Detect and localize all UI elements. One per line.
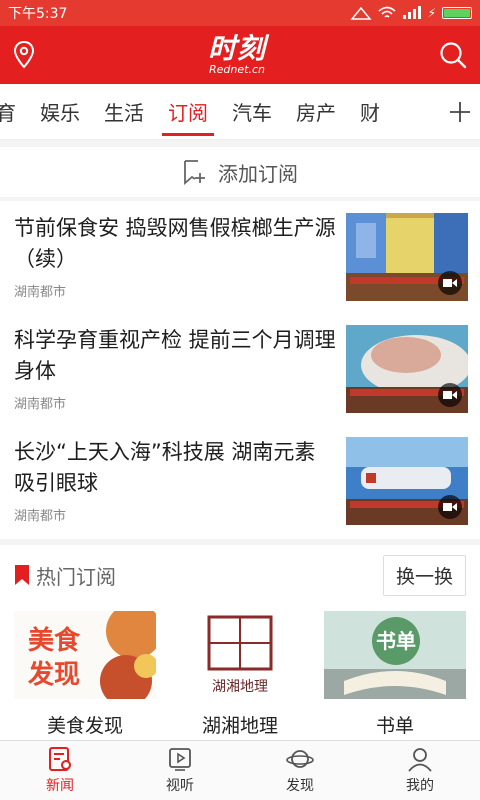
tab-auto[interactable]: 汽车: [220, 84, 284, 139]
status-icons: ⚡: [349, 6, 472, 20]
user-icon: [408, 748, 432, 772]
charging-icon: ⚡: [427, 6, 436, 20]
hot-subscriptions-title: 热门订阅: [14, 561, 116, 590]
nav-news[interactable]: 新闻: [0, 741, 120, 800]
location-icon[interactable]: [12, 40, 36, 70]
video-play-icon: [438, 383, 462, 407]
hot-card-image-text: 湖湘地理: [212, 679, 268, 695]
video-play-icon: [438, 271, 462, 295]
video-icon: [169, 748, 191, 771]
add-subscription-button[interactable]: 添加订阅: [0, 147, 480, 197]
news-thumbnail: [346, 325, 468, 413]
planet-icon: [286, 750, 314, 768]
hot-title-text: 热门订阅: [36, 564, 116, 589]
video-play-icon: [438, 495, 462, 519]
bookmark-icon: [15, 565, 29, 585]
hot-card[interactable]: 美食 发现 美食发现: [14, 611, 156, 738]
battery-icon: [442, 7, 472, 19]
status-time: 下午5:37: [8, 6, 68, 22]
tab-subscribe[interactable]: 订阅: [156, 84, 220, 139]
add-tab-button[interactable]: [440, 84, 480, 139]
hot-card-image: 书单: [324, 611, 466, 699]
category-tabs: 育 娱乐 生活 订阅 汽车 房产 财: [0, 84, 480, 140]
nav-discover[interactable]: 发现: [240, 741, 360, 800]
wifi-icon: [378, 6, 396, 18]
nav-video-label: 视听: [166, 778, 194, 794]
news-item[interactable]: 科学孕育重视产检 提前三个月调理身体 湖南都市: [0, 313, 480, 425]
hot-card-name: 美食发现: [46, 715, 123, 737]
hot-card[interactable]: 书单 书单: [324, 611, 466, 738]
nav-video[interactable]: 视听: [120, 741, 240, 800]
tab-realestate[interactable]: 房产: [284, 84, 348, 139]
tab-life[interactable]: 生活: [92, 84, 156, 139]
signal-icon: [349, 6, 372, 20]
app-logo: 时刻 Rednet.cn: [207, 32, 266, 76]
hot-card-image-text: 美食: [28, 625, 81, 656]
nav-me[interactable]: 我的: [360, 741, 480, 800]
hot-subscriptions: 热门订阅 换一换 美食 发现 美食发现 湖湘地理 湖湘地理 书单 书单: [0, 545, 480, 745]
hot-card-name: 书单: [375, 715, 414, 737]
nav-me-label: 我的: [406, 778, 434, 794]
news-thumbnail: [346, 213, 468, 301]
bottom-navigation: 新闻 视听 发现 我的: [0, 740, 480, 800]
hot-card-image: 湖湘地理: [169, 611, 311, 699]
hot-card-image-text: 发现: [27, 659, 80, 690]
news-list: 节前保食安 捣毁网售假槟榔生产源（续） 湖南都市 科学孕育重视产检 提前三个月调…: [0, 201, 480, 539]
nav-discover-label: 发现: [286, 778, 314, 794]
news-source: 湖南都市: [14, 397, 67, 412]
news-source: 湖南都市: [14, 509, 67, 524]
news-thumbnail: [346, 437, 468, 525]
app-bar: 时刻 Rednet.cn: [0, 26, 480, 84]
swap-button[interactable]: 换一换: [382, 554, 466, 596]
news-item[interactable]: 节前保食安 捣毁网售假槟榔生产源（续） 湖南都市: [0, 201, 480, 313]
nav-news-label: 新闻: [46, 778, 74, 794]
bookmark-add-icon: [184, 160, 205, 185]
news-source: 湖南都市: [14, 285, 67, 300]
logo-main-text: 时刻: [207, 32, 266, 65]
add-subscription-label: 添加订阅: [218, 161, 298, 186]
tab-partial-left[interactable]: 育: [0, 84, 28, 139]
status-bar: 下午5:37 ⚡: [0, 0, 480, 26]
tab-entertainment[interactable]: 娱乐: [28, 84, 92, 139]
hot-card-name: 湖湘地理: [201, 715, 278, 737]
logo-sub-text: Rednet.cn: [209, 63, 265, 76]
news-title: 节前保食安 捣毁网售假槟榔生产源（续）: [14, 216, 336, 271]
news-title: 科学孕育重视产检 提前三个月调理身体: [14, 328, 336, 383]
hot-card[interactable]: 湖湘地理 湖湘地理: [169, 611, 311, 738]
plus-icon: [450, 102, 470, 122]
news-title: 长沙“上天入海”科技展 湖南元素吸引眼球: [14, 440, 316, 495]
search-icon[interactable]: [438, 40, 468, 70]
tab-finance[interactable]: 财: [348, 84, 392, 139]
news-icon: [49, 747, 71, 771]
news-item[interactable]: 长沙“上天入海”科技展 湖南元素吸引眼球 湖南都市: [0, 425, 480, 539]
signal-bars-icon: [402, 6, 421, 19]
hot-card-image: 美食 发现: [14, 611, 156, 699]
hot-card-image-text: 书单: [376, 629, 416, 653]
